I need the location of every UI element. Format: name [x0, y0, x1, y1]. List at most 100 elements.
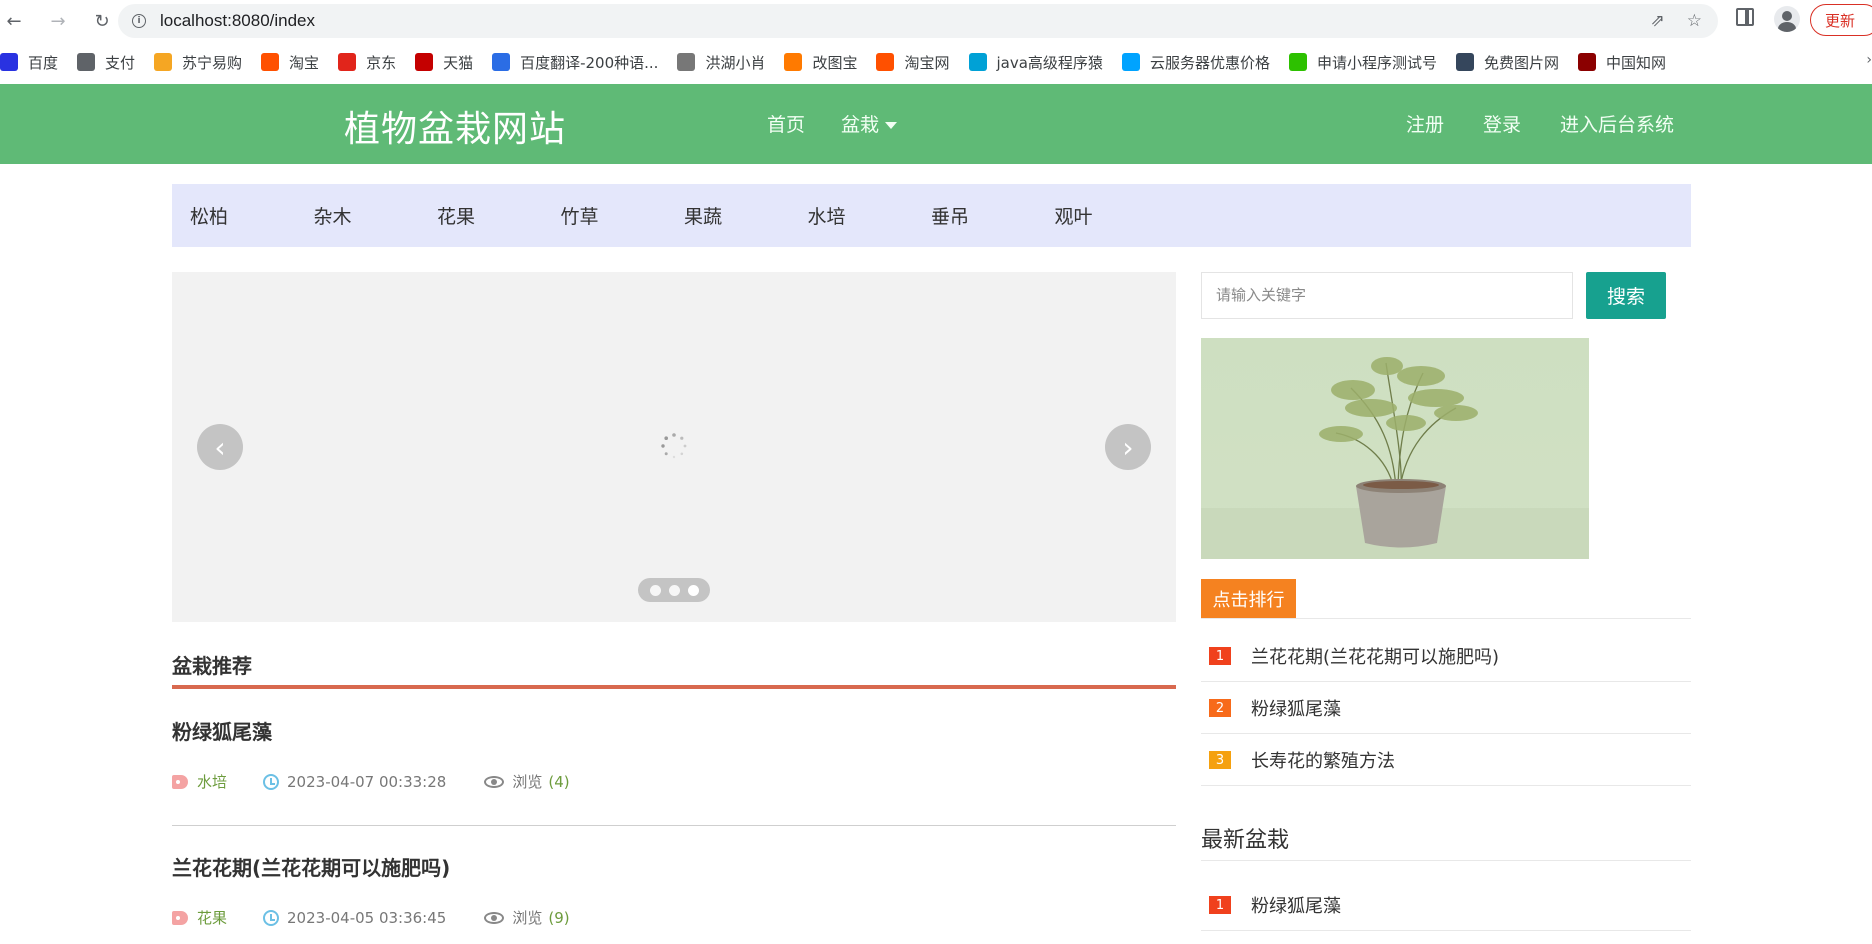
category-item[interactable]: 松柏: [172, 202, 296, 229]
loading-spinner-icon: [661, 433, 687, 459]
carousel-next-button[interactable]: ›: [1105, 424, 1151, 470]
admin-link[interactable]: 进入后台系统: [1560, 110, 1674, 137]
bookmark-label: 云服务器优惠价格: [1149, 53, 1270, 72]
url-text[interactable]: localhost:8080/index: [160, 11, 315, 31]
nav-home[interactable]: 首页: [767, 110, 805, 137]
bookmark-label: 百度翻译-200种语...: [520, 53, 659, 72]
nav-bonsai-label: 盆栽: [841, 114, 880, 136]
bookmark-item[interactable]: 洪湖小肖: [677, 42, 765, 82]
eye-icon: [484, 911, 505, 924]
ranking-divider: [1201, 618, 1691, 619]
search-button[interactable]: 搜索: [1586, 272, 1666, 319]
user-nav: 注册 登录 进入后台系统: [1406, 110, 1674, 137]
bookmark-item[interactable]: 淘宝: [261, 42, 319, 82]
plant-image[interactable]: [1201, 338, 1589, 559]
site-logo[interactable]: 植物盆栽网站: [344, 100, 566, 152]
list-item[interactable]: 2 粉绿狐尾藻: [1201, 683, 1691, 734]
rank-item-title[interactable]: 粉绿狐尾藻: [1251, 892, 1341, 918]
bookmark-item[interactable]: java高级程序猿: [968, 42, 1103, 82]
bookmark-label: java高级程序猿: [996, 53, 1103, 72]
bookmark-item[interactable]: 申请小程序测试号: [1288, 42, 1437, 82]
nav-bonsai-dropdown[interactable]: 盆栽: [841, 110, 898, 137]
wechat-icon: [1288, 53, 1307, 71]
clock-icon: [263, 773, 280, 790]
forward-arrow-icon[interactable]: →: [44, 7, 72, 35]
profile-avatar-icon[interactable]: [1774, 6, 1800, 32]
bookmark-label: 淘宝: [289, 53, 320, 72]
cloud-icon: [1121, 53, 1140, 71]
category-item[interactable]: 花果: [419, 202, 543, 229]
carousel-prev-button[interactable]: ‹: [197, 424, 243, 470]
cnki-icon: [1577, 53, 1596, 71]
login-link[interactable]: 登录: [1483, 110, 1521, 137]
rank-item-title[interactable]: 长寿花的繁殖方法: [1251, 747, 1395, 773]
item-divider: [172, 825, 1176, 826]
rank-item-title[interactable]: 兰花花期(兰花花期可以施肥吗): [1251, 643, 1499, 669]
taobao-icon: [876, 53, 895, 71]
potted-plant-illustration: [1201, 357, 1589, 559]
bookmark-label: 免费图片网: [1483, 53, 1559, 72]
recommend-item-views: (9): [548, 908, 570, 927]
recommend-item-date: 2023-04-05 03:36:45: [287, 908, 447, 927]
section-divider: [172, 685, 1176, 689]
back-arrow-icon[interactable]: ←: [0, 7, 28, 35]
category-item[interactable]: 垂吊: [913, 202, 1037, 229]
bookmark-item[interactable]: 淘宝网: [876, 42, 950, 82]
recommend-item-category[interactable]: 水培: [197, 771, 227, 792]
category-item[interactable]: 竹草: [543, 202, 667, 229]
clock-icon: [263, 909, 280, 926]
ranking-tab[interactable]: 点击排行: [1201, 579, 1296, 618]
list-item[interactable]: 3 长寿花的繁殖方法: [1201, 735, 1691, 786]
category-item[interactable]: 果蔬: [666, 202, 790, 229]
bookmark-label: 淘宝网: [904, 53, 950, 72]
share-icon[interactable]: ⇗: [1651, 11, 1665, 31]
bookmark-item[interactable]: 苏宁易购: [154, 42, 242, 82]
translate-icon: [492, 53, 511, 71]
browser-toolbar: ← → ↻ i localhost:8080/index ⇗ ☆ 更新: [0, 0, 1872, 42]
rank-item-title[interactable]: 粉绿狐尾藻: [1251, 695, 1341, 721]
search-input[interactable]: [1201, 272, 1573, 319]
list-item[interactable]: 1 兰花花期(兰花花期可以施肥吗): [1201, 631, 1691, 682]
bookmark-item[interactable]: 京东: [338, 42, 396, 82]
eye-icon: [484, 775, 505, 788]
category-item[interactable]: 杂木: [296, 202, 420, 229]
bookmark-item[interactable]: 改图宝: [784, 42, 857, 82]
bilibili-icon: [968, 53, 987, 71]
carousel-dot[interactable]: [668, 584, 680, 596]
bookmark-label: 苏宁易购: [182, 53, 243, 72]
site-info-icon[interactable]: i: [132, 14, 146, 28]
list-item[interactable]: 1 粉绿狐尾藻: [1201, 880, 1691, 931]
recommend-item-title[interactable]: 粉绿狐尾藻: [172, 716, 1176, 745]
bookmarks-overflow-icon[interactable]: ›: [1866, 52, 1872, 68]
side-panel-icon[interactable]: [1736, 8, 1754, 26]
list-item: 粉绿狐尾藻 水培 2023-04-07 00:33:28 浏览 (4): [172, 716, 1176, 792]
update-button[interactable]: 更新: [1810, 4, 1872, 36]
bookmark-star-icon[interactable]: ☆: [1687, 11, 1702, 31]
tmall-icon: [415, 53, 434, 71]
bookmark-item[interactable]: 中国知网: [1577, 42, 1666, 82]
bookmark-item[interactable]: 百度翻译-200种语...: [492, 42, 658, 82]
bird-icon: [677, 53, 696, 71]
bookmark-item[interactable]: 天猫: [415, 42, 473, 82]
carousel-dot[interactable]: [649, 584, 661, 596]
reload-icon[interactable]: ↻: [88, 7, 116, 35]
baidu-icon: [0, 53, 18, 71]
taobao-icon: [261, 53, 280, 71]
rank-badge: 1: [1209, 647, 1231, 665]
bookmark-label: 中国知网: [1605, 53, 1666, 72]
bookmark-item[interactable]: 免费图片网: [1455, 42, 1559, 82]
bookmark-item[interactable]: 云服务器优惠价格: [1121, 42, 1270, 82]
bookmark-item[interactable]: 支付: [77, 42, 135, 82]
recommend-item-category[interactable]: 花果: [197, 907, 227, 928]
bookmark-item[interactable]: 百度: [0, 42, 58, 82]
category-item[interactable]: 水培: [790, 202, 914, 229]
recommend-section-title: 盆栽推荐: [172, 654, 252, 678]
globe-icon: [77, 53, 96, 71]
tumblr-icon: [1455, 53, 1474, 71]
recommend-item-title[interactable]: 兰花花期(兰花花期可以施肥吗): [172, 852, 1176, 881]
jd-icon: [338, 53, 357, 71]
register-link[interactable]: 注册: [1406, 110, 1444, 137]
category-item[interactable]: 观叶: [1037, 202, 1161, 229]
address-bar[interactable]: i localhost:8080/index ⇗ ☆: [118, 4, 1718, 38]
carousel-dot[interactable]: [687, 584, 699, 596]
